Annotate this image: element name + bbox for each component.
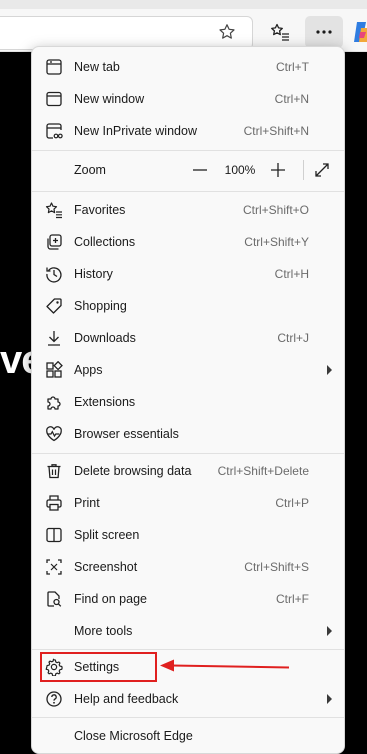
menu-item-collections[interactable]: Collections Ctrl+Shift+Y (32, 226, 344, 258)
menu-item-label: Print (74, 496, 100, 510)
submenu-arrow-icon (327, 365, 332, 375)
apps-icon (44, 360, 64, 380)
favorites-button[interactable] (268, 20, 292, 44)
menu-item-label: Screenshot (74, 560, 138, 574)
expand-icon (314, 162, 330, 178)
menu-item-new-tab[interactable]: New tab Ctrl+T (32, 51, 344, 83)
settings-and-more-menu: New tab Ctrl+T New window Ctrl+N New InP… (31, 46, 345, 754)
menu-item-label: History (74, 267, 113, 281)
copilot-icon (352, 20, 367, 44)
menu-item-label: Apps (74, 363, 103, 377)
menu-item-find-on-page[interactable]: Find on page Ctrl+F (32, 583, 344, 615)
menu-item-label: Shopping (74, 299, 127, 313)
inprivate-icon (44, 121, 64, 141)
menu-item-help-and-feedback[interactable]: Help and feedback (32, 683, 344, 715)
menu-item-label: New InPrivate window (74, 124, 197, 138)
menu-item-downloads[interactable]: Downloads Ctrl+J (32, 322, 344, 354)
tab-strip (0, 0, 367, 9)
menu-item-screenshot[interactable]: Screenshot Ctrl+Shift+S (32, 551, 344, 583)
menu-divider (32, 453, 344, 454)
settings-highlight-box (40, 652, 157, 682)
menu-item-shortcut: Ctrl+N (274, 92, 309, 106)
collections-icon (44, 232, 64, 252)
copilot-button[interactable] (352, 20, 367, 44)
menu-item-shortcut: Ctrl+P (275, 496, 309, 510)
menu-item-shortcut: Ctrl+F (276, 592, 309, 606)
new-window-icon (44, 89, 64, 109)
trash-icon (44, 461, 64, 481)
menu-item-close-microsoft-edge[interactable]: Close Microsoft Edge (32, 720, 344, 752)
menu-item-label: More tools (74, 624, 133, 638)
menu-item-label: Split screen (74, 528, 140, 542)
find-page-icon (44, 589, 64, 609)
add-favorite-button[interactable] (216, 21, 238, 43)
zoom-divider (303, 160, 304, 180)
menu-item-delete-browsing-data[interactable]: Delete browsing data Ctrl+Shift+Delete (32, 455, 344, 487)
minus-icon (193, 169, 207, 171)
annotation-arrow-icon (158, 656, 290, 676)
submenu-arrow-icon (327, 694, 332, 704)
favorites-list-icon (270, 22, 290, 42)
heart-pulse-icon (44, 424, 64, 444)
settings-and-more-button[interactable] (305, 16, 343, 48)
menu-divider (32, 150, 344, 151)
screenshot-icon (44, 557, 64, 577)
plus-icon (271, 163, 285, 177)
menu-item-print[interactable]: Print Ctrl+P (32, 487, 344, 519)
full-screen-button[interactable] (312, 160, 332, 180)
menu-item-new-window[interactable]: New window Ctrl+N (32, 83, 344, 115)
menu-item-browser-essentials[interactable]: Browser essentials (32, 418, 344, 450)
menu-item-label: Collections (74, 235, 136, 249)
menu-item-label: Favorites (74, 203, 126, 217)
extensions-puzzle-icon (44, 392, 64, 412)
zoom-label: Zoom (74, 163, 106, 177)
menu-item-shortcut: Ctrl+Shift+Delete (217, 464, 309, 478)
zoom-level: 100% (224, 163, 256, 177)
ellipsis-icon (316, 30, 332, 34)
menu-item-label: Find on page (74, 592, 147, 606)
menu-item-label: Browser essentials (74, 427, 179, 441)
menu-item-label: Delete browsing data (74, 464, 192, 478)
menu-item-label: New tab (74, 60, 120, 74)
favorites-icon (44, 200, 64, 220)
split-screen-icon (44, 525, 64, 545)
menu-item-new-inprivate-window[interactable]: New InPrivate window Ctrl+Shift+N (32, 115, 344, 147)
printer-icon (44, 493, 64, 513)
menu-item-label: Close Microsoft Edge (74, 729, 193, 743)
zoom-in-button[interactable] (268, 160, 288, 180)
download-icon (44, 328, 64, 348)
menu-item-shortcut: Ctrl+J (277, 331, 309, 345)
star-outline-icon (218, 23, 236, 41)
menu-divider (32, 649, 344, 650)
menu-divider (32, 717, 344, 718)
menu-item-shortcut: Ctrl+Shift+O (242, 203, 309, 217)
menu-item-shortcut: Ctrl+T (276, 60, 309, 74)
menu-item-apps[interactable]: Apps (32, 354, 344, 386)
menu-item-label: New window (74, 92, 145, 106)
new-tab-icon (44, 57, 64, 77)
submenu-arrow-icon (327, 626, 332, 636)
menu-item-label: Downloads (74, 331, 136, 345)
menu-item-history[interactable]: History Ctrl+H (32, 258, 344, 290)
menu-item-label: Help and feedback (74, 692, 179, 706)
menu-item-label: Extensions (74, 395, 136, 409)
shopping-tag-icon (44, 296, 64, 316)
history-icon (44, 264, 64, 284)
menu-divider (32, 191, 344, 192)
menu-item-split-screen[interactable]: Split screen (32, 519, 344, 551)
menu-item-shortcut: Ctrl+H (274, 267, 309, 281)
menu-item-shortcut: Ctrl+Shift+S (244, 560, 309, 574)
menu-item-shortcut: Ctrl+Shift+N (243, 124, 309, 138)
menu-item-favorites[interactable]: Favorites Ctrl+Shift+O (32, 194, 344, 226)
help-icon (44, 689, 64, 709)
zoom-out-button[interactable] (190, 160, 210, 180)
menu-item-more-tools[interactable]: More tools (32, 615, 344, 647)
menu-item-extensions[interactable]: Extensions (32, 386, 344, 418)
menu-item-shortcut: Ctrl+Shift+Y (244, 235, 309, 249)
menu-item-shopping[interactable]: Shopping (32, 290, 344, 322)
browser-toolbar (0, 0, 367, 52)
menu-item-zoom: Zoom 100% (32, 154, 344, 186)
